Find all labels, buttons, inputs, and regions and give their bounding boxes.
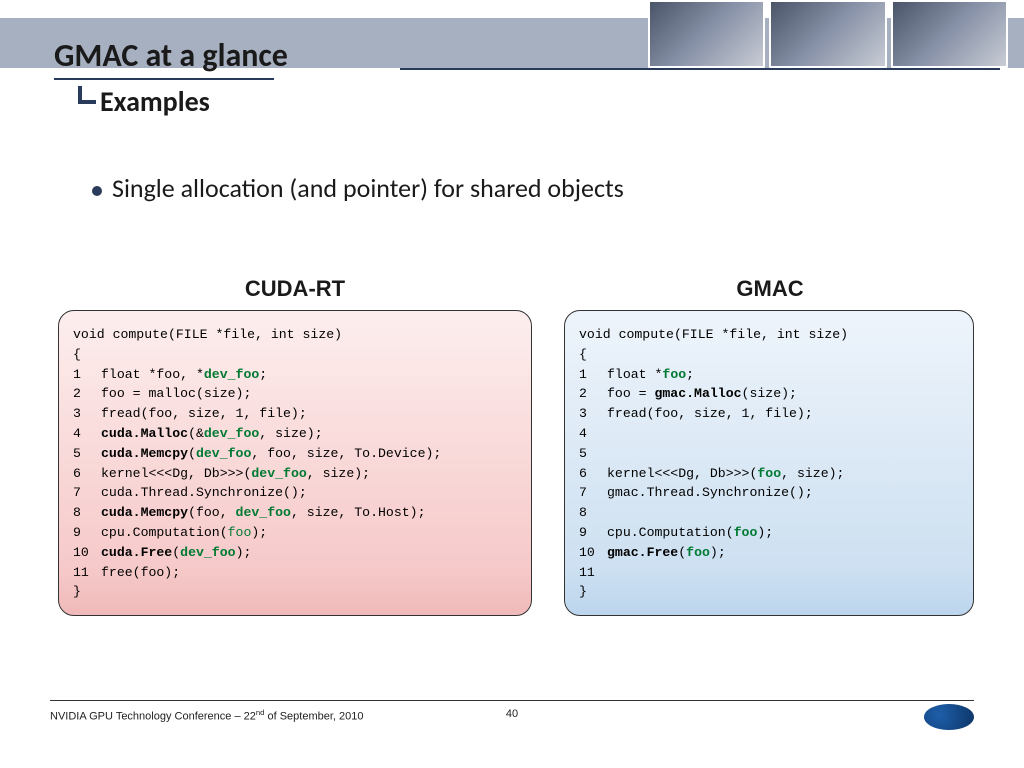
code-line: void compute(FILE *file, int size) <box>73 327 342 342</box>
footer-logo <box>924 704 974 730</box>
code-line: void compute(FILE *file, int size) <box>579 327 848 342</box>
bracket-icon <box>78 86 96 104</box>
title-underline-2 <box>400 68 1000 70</box>
subtitle: Examples <box>100 84 210 119</box>
code-gmac: void compute(FILE *file, int size) { 1fl… <box>564 310 974 616</box>
heading-gmac: GMAC <box>560 276 980 302</box>
footer-divider <box>50 700 974 701</box>
title-underline <box>54 78 274 80</box>
heading-cuda: CUDA-RT <box>60 276 530 302</box>
bullet-icon <box>92 186 102 196</box>
code-cuda: void compute(FILE *file, int size) { 1fl… <box>58 310 532 616</box>
header-images <box>648 0 1008 68</box>
page-title: GMAC at a glance <box>54 36 288 75</box>
bullet-text: Single allocation (and pointer) for shar… <box>112 172 624 204</box>
footer-page: 40 <box>0 708 1024 720</box>
